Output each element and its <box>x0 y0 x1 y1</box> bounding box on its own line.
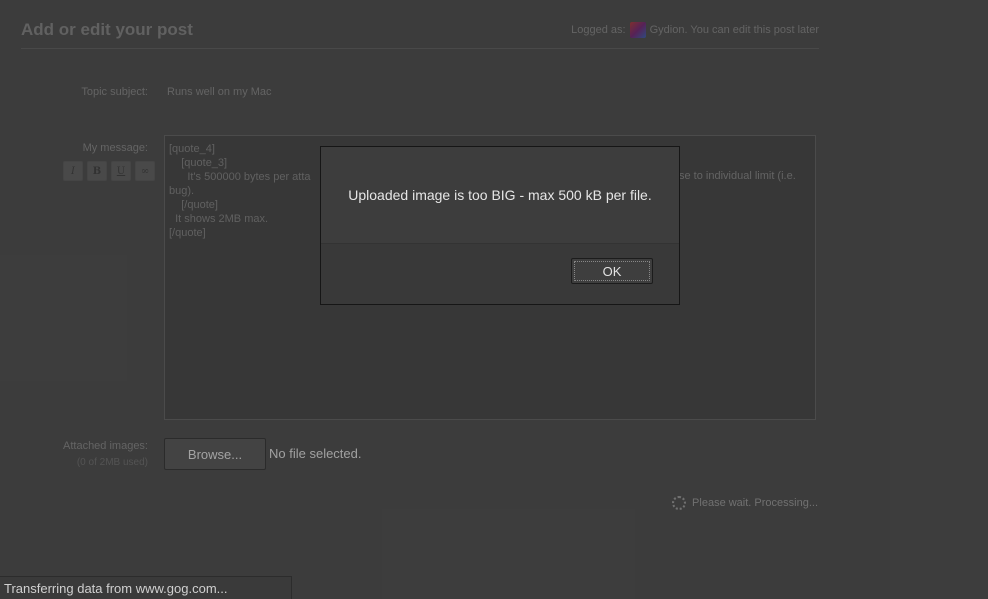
page-title: Add or edit your post <box>21 20 193 39</box>
processing-indicator: Please wait. Processing... <box>672 496 818 510</box>
my-message-label: My message: <box>82 142 148 154</box>
bold-button[interactable]: B <box>87 161 107 181</box>
logged-as-prefix: Logged as: <box>571 24 626 36</box>
topic-subject-value[interactable]: Runs well on my Mac <box>167 86 272 98</box>
topic-subject-label: Topic subject: <box>81 86 148 98</box>
logged-as-info: Logged as: Gydion. You can edit this pos… <box>571 22 819 38</box>
processing-text: Please wait. Processing... <box>692 497 818 509</box>
spinner-icon <box>672 496 687 510</box>
underline-button[interactable]: U <box>111 161 131 181</box>
link-button[interactable]: ∞ <box>135 161 155 181</box>
message-line-fragment: se to individual limit (i.e. <box>679 170 796 182</box>
format-toolbar: I B U ∞ <box>63 161 155 181</box>
dialog-footer: OK <box>321 243 679 304</box>
page-header: Add or edit your post Logged as: Gydion.… <box>21 18 819 49</box>
post-editor-page: Add or edit your post Logged as: Gydion.… <box>0 0 988 599</box>
logged-as-suffix: Gydion. You can edit this post later <box>649 24 819 36</box>
attached-images-label: Attached images: <box>63 440 148 452</box>
browse-button[interactable]: Browse... <box>164 438 266 470</box>
dialog-message: Uploaded image is too BIG - max 500 kB p… <box>348 187 652 203</box>
italic-button[interactable]: I <box>63 161 83 181</box>
alert-dialog: Uploaded image is too BIG - max 500 kB p… <box>320 146 680 305</box>
file-status: No file selected. <box>269 446 362 461</box>
ok-button[interactable]: OK <box>571 258 653 284</box>
attached-images-usage: (0 of 2MB used) <box>76 457 148 468</box>
status-bar: Transferring data from www.gog.com... <box>0 576 292 599</box>
avatar[interactable] <box>629 22 646 38</box>
